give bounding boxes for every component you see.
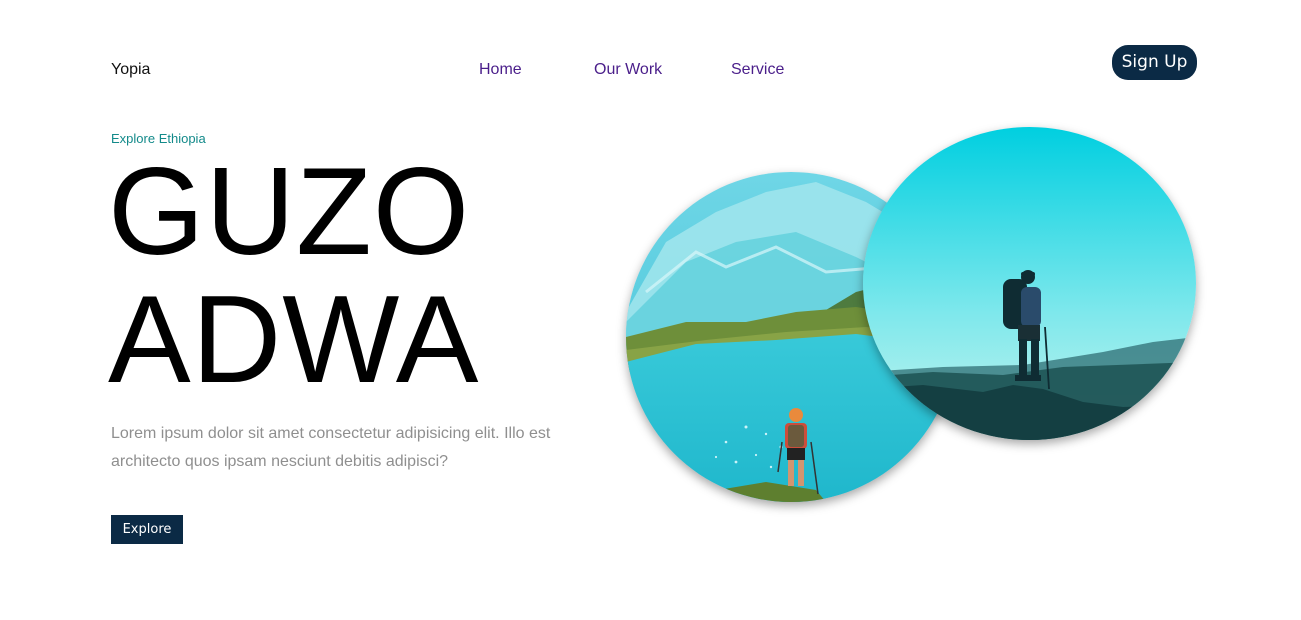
nav-link-our-work[interactable]: Our Work	[594, 60, 662, 80]
explore-button[interactable]: Explore	[111, 515, 183, 544]
hero-description: Lorem ipsum dolor sit amet consectetur a…	[111, 425, 551, 470]
ridge-hiker-image	[863, 127, 1196, 440]
brand-logo[interactable]: Yopia	[111, 60, 150, 80]
hero-headline: GUZO ADWA	[108, 148, 479, 404]
headline-line-1: GUZO	[108, 143, 471, 281]
sign-up-button[interactable]: Sign Up	[1112, 45, 1197, 80]
page: Yopia Home Our Work Service Sign Up Expl…	[0, 0, 1301, 620]
headline-line-2: ADWA	[108, 271, 480, 409]
nav-link-service[interactable]: Service	[731, 60, 784, 80]
nav-link-home[interactable]: Home	[479, 60, 522, 80]
ridge-hiker-illustration	[863, 127, 1196, 440]
